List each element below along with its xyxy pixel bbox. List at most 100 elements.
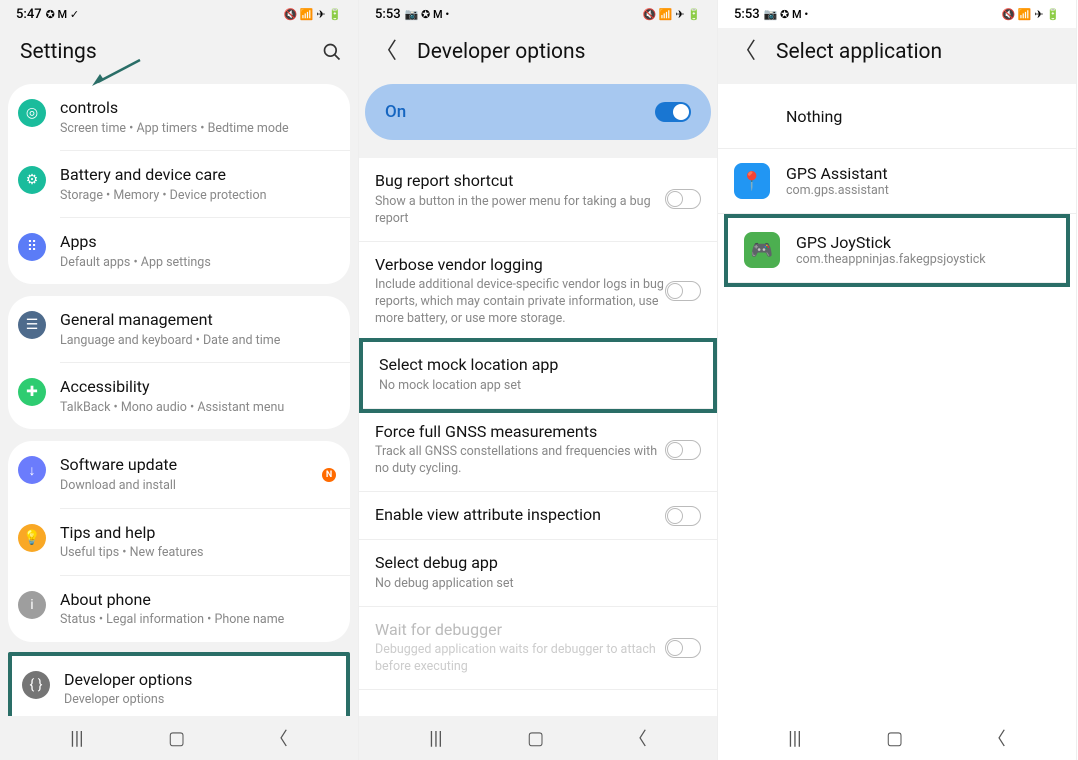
back-button[interactable]: 〈	[629, 725, 647, 751]
app-item-gps-assistant[interactable]: 📍 GPS Assistantcom.gps.assistant	[718, 149, 1076, 214]
developer-item-subtitle: Track all GNSS constellations and freque…	[375, 444, 665, 478]
page-title: Select application	[776, 40, 942, 64]
app-icon: 🎮	[744, 232, 780, 268]
settings-item-title: Apps	[60, 231, 336, 253]
developer-item-bug-report-shortcut[interactable]: Bug report shortcutShow a button in the …	[359, 158, 717, 242]
settings-item-subtitle: Download and install	[60, 477, 316, 495]
app-package: com.gps.assistant	[786, 183, 1060, 198]
navigation-bar: ||| ▢ 〈	[0, 716, 358, 760]
clock: 5:53	[375, 7, 401, 22]
toggle-switch[interactable]	[665, 506, 701, 526]
app-bar: Settings	[0, 28, 358, 84]
developer-item-select-debug-app[interactable]: Select debug app No debug application set	[359, 540, 717, 607]
update-badge: N	[322, 468, 336, 482]
settings-item-icon: ↓	[18, 456, 46, 484]
toggle-switch	[665, 638, 701, 658]
developer-item-title: Force full GNSS measurements	[375, 422, 665, 443]
app-bar: 〈 Select application	[718, 28, 1076, 84]
app-bar: 〈 Developer options	[359, 28, 717, 84]
settings-item-title: Battery and device care	[60, 164, 336, 186]
developer-item-verbose-vendor-logging[interactable]: Verbose vendor loggingInclude additional…	[359, 242, 717, 342]
toggle-switch[interactable]	[665, 281, 701, 301]
settings-item-icon: { }	[22, 671, 50, 699]
status-left-icons: ✪ M ✓	[46, 8, 80, 21]
back-icon[interactable]: 〈	[375, 41, 397, 63]
back-button[interactable]: 〈	[988, 725, 1006, 751]
developer-item-title: Bug report shortcut	[375, 171, 665, 192]
app-item-nothing[interactable]: Nothing	[718, 84, 1076, 149]
settings-item-apps[interactable]: ⠿ AppsDefault apps • App settings	[8, 218, 350, 284]
master-toggle-label: On	[385, 102, 406, 122]
developer-item-subtitle: Debugged application waits for debugger …	[375, 642, 665, 676]
settings-item-subtitle: Default apps • App settings	[60, 254, 336, 272]
settings-item-title: Accessibility	[60, 376, 336, 398]
recents-button[interactable]: |||	[70, 728, 83, 749]
settings-item-about-phone[interactable]: i About phoneStatus • Legal information •…	[8, 576, 350, 642]
app-title: GPS Assistant	[786, 164, 1060, 183]
app-item-gps-joystick[interactable]: 🎮 GPS JoyStickcom.theappninjas.fakegpsjoy…	[728, 218, 1066, 283]
settings-item-icon: ✚	[18, 378, 46, 406]
recents-button[interactable]: |||	[429, 728, 442, 749]
settings-item-subtitle: TalkBack • Mono audio • Assistant menu	[60, 399, 336, 417]
developer-item-subtitle: Show a button in the power menu for taki…	[375, 194, 665, 228]
developer-item-subtitle: Include additional device-specific vendo…	[375, 277, 665, 328]
settings-item-battery-and-device-care[interactable]: ⚙Battery and device careStorage • Memory…	[8, 151, 350, 217]
settings-item-subtitle: Status • Legal information • Phone name	[60, 611, 336, 629]
home-button[interactable]: ▢	[168, 728, 185, 749]
settings-item-icon: ◎	[18, 99, 46, 127]
settings-item-title: General management	[60, 309, 336, 331]
status-right-icons: 🔇 📶 ✈ 🔋	[1001, 8, 1060, 21]
back-icon[interactable]: 〈	[734, 41, 756, 63]
clock: 5:53	[734, 7, 760, 22]
developer-item-select-mock-location-app[interactable]: Select mock location appNo mock location…	[363, 342, 713, 409]
navigation-bar: ||| ▢ 〈	[718, 716, 1076, 760]
home-button[interactable]: ▢	[886, 728, 903, 749]
settings-item-subtitle: Storage • Memory • Device protection	[60, 187, 336, 205]
toggle-switch[interactable]	[665, 189, 701, 209]
search-icon[interactable]	[322, 42, 342, 62]
status-bar: 5:53 📷 ✪ M • 🔇 📶 ✈ 🔋	[359, 0, 717, 28]
developer-item-subtitle: No debug application set	[375, 576, 701, 593]
settings-item-subtitle: Screen time • App timers • Bedtime mode	[60, 120, 336, 138]
status-right-icons: 🔇 📶 ✈ 🔋	[642, 8, 701, 21]
clock: 5:47	[16, 7, 42, 22]
settings-item-title: Software update	[60, 454, 316, 476]
settings-item-title: Developer options	[64, 669, 332, 691]
app-title: GPS JoyStick	[796, 233, 1050, 252]
settings-item-software-update[interactable]: ↓ Software updateDownload and install N	[8, 441, 350, 507]
developer-item-title: Verbose vendor logging	[375, 255, 665, 276]
settings-item-developer-options[interactable]: { } Developer optionsDeveloper options	[12, 656, 346, 716]
status-bar: 5:47 ✪ M ✓ 🔇 📶 ✈ 🔋	[0, 0, 358, 28]
settings-item-accessibility[interactable]: ✚ AccessibilityTalkBack • Mono audio • As…	[8, 363, 350, 429]
settings-item-controls[interactable]: ◎ controlsScreen time • App timers • Bedt…	[8, 84, 350, 150]
master-toggle-row[interactable]: On	[365, 84, 711, 140]
developer-item-title: Wait for debugger	[375, 620, 665, 641]
settings-item-title: controls	[60, 97, 336, 119]
settings-item-icon: i	[18, 591, 46, 619]
app-icon: 📍	[734, 163, 770, 199]
settings-item-subtitle: Language and keyboard • Date and time	[60, 332, 336, 350]
master-toggle-switch[interactable]	[655, 102, 691, 122]
settings-item-icon: 💡	[18, 524, 46, 552]
toggle-switch[interactable]	[665, 440, 701, 460]
settings-item-icon: ⠿	[18, 233, 46, 261]
developer-item-title: Select debug app	[375, 553, 701, 574]
page-title: Developer options	[417, 40, 585, 64]
status-right-icons: 🔇 📶 ✈ 🔋	[283, 8, 342, 21]
developer-item-force-full-gnss-measurements[interactable]: Force full GNSS measurementsTrack all GN…	[359, 409, 717, 493]
settings-item-title: About phone	[60, 589, 336, 611]
settings-item-title: Tips and help	[60, 522, 336, 544]
settings-item-tips-and-help[interactable]: 💡Tips and helpUseful tips • New features	[8, 509, 350, 575]
settings-item-subtitle: Developer options	[64, 691, 332, 709]
settings-item-icon: ☰	[18, 311, 46, 339]
settings-item-general-management[interactable]: ☰ General managementLanguage and keyboard…	[8, 296, 350, 362]
back-button[interactable]: 〈	[270, 725, 288, 751]
recents-button[interactable]: |||	[788, 728, 801, 749]
status-bar: 5:53 📷 ✪ M • 🔇 📶 ✈ 🔋	[718, 0, 1076, 28]
app-package: com.theappninjas.fakegpsjoystick	[796, 252, 1050, 267]
developer-item-wait-for-debugger: Wait for debuggerDebugged application wa…	[359, 607, 717, 691]
home-button[interactable]: ▢	[527, 728, 544, 749]
developer-item-enable-view-attribute-inspection[interactable]: Enable view attribute inspection	[359, 492, 717, 540]
status-left-icons: 📷 ✪ M •	[764, 8, 809, 21]
navigation-bar: ||| ▢ 〈	[359, 716, 717, 760]
